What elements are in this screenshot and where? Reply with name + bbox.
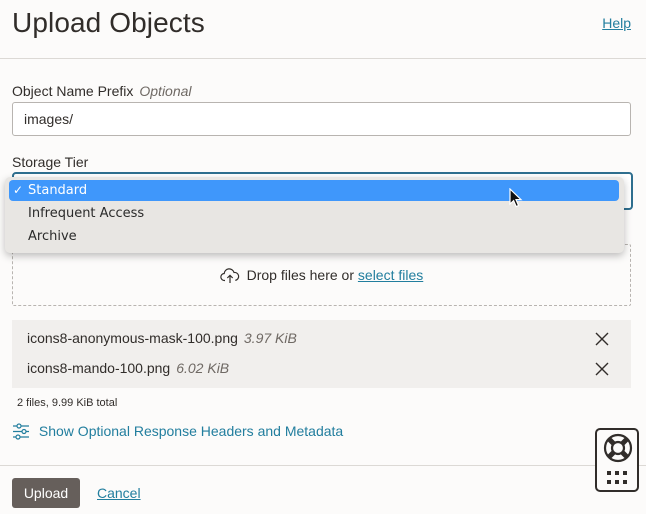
optional-headers-label: Show Optional Response Headers and Metad… bbox=[38, 423, 344, 439]
file-row: icons8-anonymous-mask-100.png 3.97 KiB bbox=[12, 320, 631, 350]
optional-headers-link[interactable]: Show Optional Response Headers and Metad… bbox=[12, 423, 343, 440]
lifebuoy-icon bbox=[603, 433, 633, 468]
cloud-upload-icon bbox=[219, 267, 247, 283]
close-icon[interactable] bbox=[595, 362, 609, 376]
file-name-text: icons8-mando-100.png bbox=[27, 360, 171, 376]
file-dropzone[interactable]: Drop files here or select files bbox=[12, 244, 631, 306]
mouse-cursor-icon bbox=[509, 187, 523, 213]
prefix-input[interactable] bbox=[12, 102, 631, 136]
files-total: 2 files, 9.99 KiB total bbox=[17, 397, 118, 409]
help-link[interactable]: Help bbox=[602, 15, 631, 31]
file-size: 3.97 KiB bbox=[243, 330, 297, 346]
close-icon[interactable] bbox=[595, 332, 609, 346]
checkmark-icon: ✓ bbox=[13, 183, 24, 197]
prefix-label: Object Name Prefix Optional bbox=[12, 83, 192, 99]
option-label: Infrequent Access bbox=[28, 206, 145, 221]
cancel-link[interactable]: Cancel bbox=[97, 485, 141, 501]
file-list: icons8-anonymous-mask-100.png 3.97 KiB ic… bbox=[12, 320, 631, 388]
dropzone-label: Drop files here or bbox=[246, 267, 355, 283]
optional-hint: Optional bbox=[139, 83, 192, 99]
file-name: icons8-mando-100.png 6.02 KiB bbox=[27, 360, 229, 376]
option-archive[interactable]: Archive bbox=[9, 226, 619, 247]
option-label: Standard bbox=[28, 183, 88, 198]
file-name: icons8-anonymous-mask-100.png 3.97 KiB bbox=[27, 330, 297, 346]
sliders-icon bbox=[12, 423, 39, 440]
option-standard[interactable]: ✓ Standard bbox=[9, 180, 619, 201]
upload-button[interactable]: Upload bbox=[12, 478, 80, 508]
file-size: 6.02 KiB bbox=[176, 360, 230, 376]
storage-tier-label: Storage Tier bbox=[12, 154, 89, 170]
prefix-label-text: Object Name Prefix bbox=[12, 83, 134, 99]
option-infrequent-access[interactable]: Infrequent Access bbox=[9, 203, 619, 224]
file-row: icons8-mando-100.png 6.02 KiB bbox=[12, 350, 631, 380]
option-label: Archive bbox=[28, 229, 77, 244]
dropzone-text: Drop files here or select files bbox=[13, 267, 630, 284]
help-widget[interactable] bbox=[595, 428, 639, 492]
page-title: Upload Objects bbox=[12, 7, 205, 38]
select-files-link[interactable]: select files bbox=[358, 267, 423, 283]
storage-tier-dropdown: ✓ Standard Infrequent Access Archive bbox=[5, 177, 624, 253]
file-name-text: icons8-anonymous-mask-100.png bbox=[27, 330, 238, 346]
page-header: Upload Objects Help bbox=[0, 0, 646, 59]
grid-dots-icon bbox=[606, 470, 628, 491]
footer-bar: Upload Cancel bbox=[0, 465, 646, 514]
